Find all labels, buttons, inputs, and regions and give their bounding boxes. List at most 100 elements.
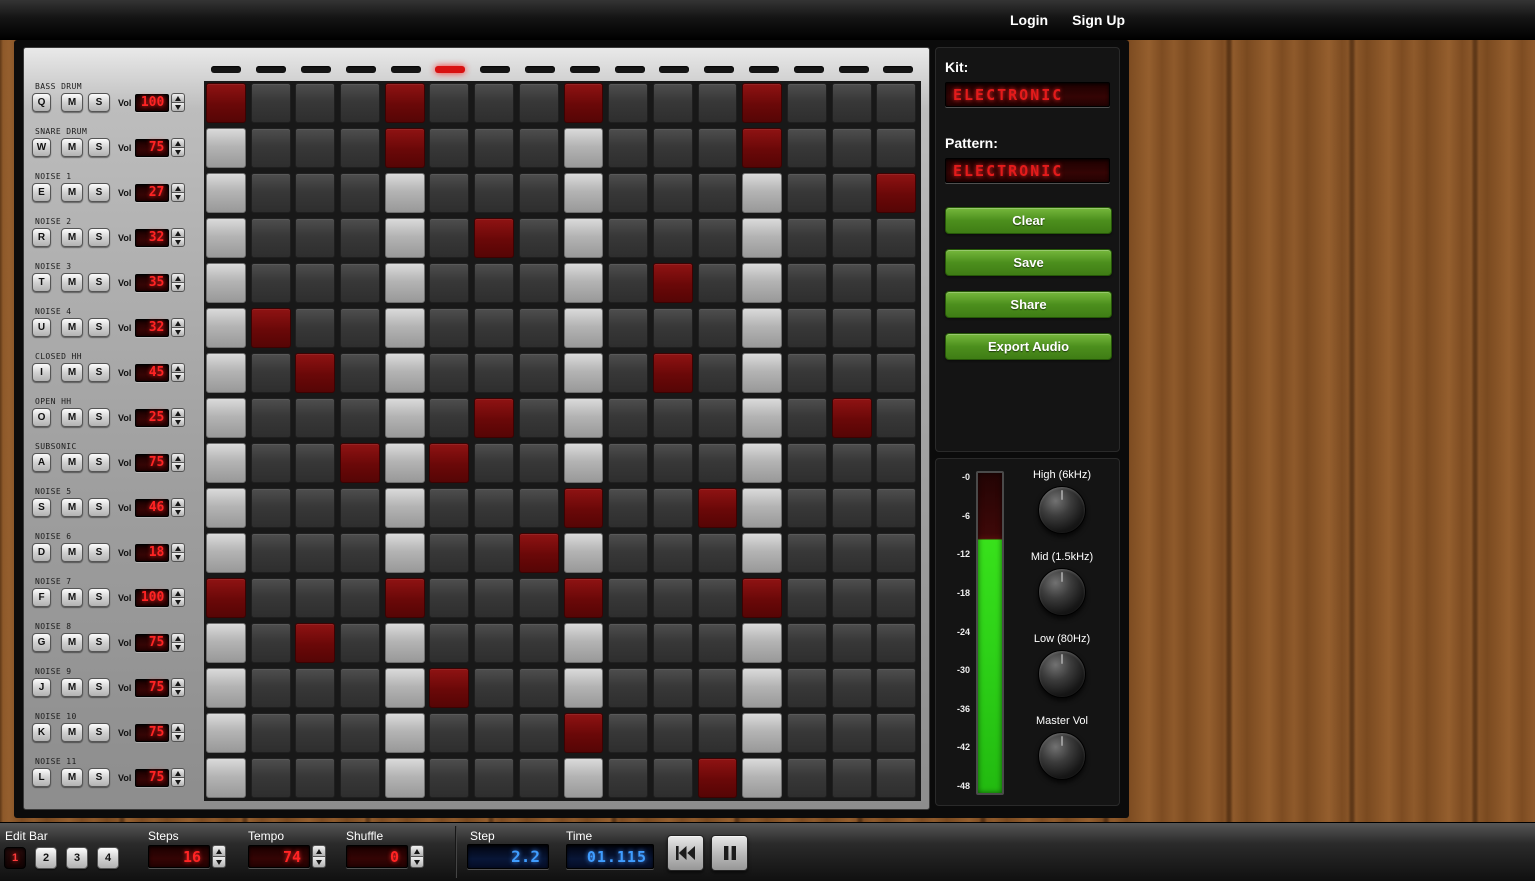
step-cell[interactable]: [876, 263, 916, 303]
step-cell[interactable]: [385, 353, 425, 393]
step-cell[interactable]: [876, 578, 916, 618]
step-cell[interactable]: [787, 398, 827, 438]
track-volume-spinner[interactable]: [171, 633, 185, 652]
step-cell[interactable]: [653, 623, 693, 663]
step-cell[interactable]: [206, 443, 246, 483]
step-cell[interactable]: [653, 308, 693, 348]
track-volume-spinner-down[interactable]: [171, 777, 185, 787]
step-cell[interactable]: [698, 83, 738, 123]
step-cell[interactable]: [206, 623, 246, 663]
step-cell[interactable]: [876, 353, 916, 393]
step-cell[interactable]: [519, 398, 559, 438]
step-cell[interactable]: [251, 533, 291, 573]
step-cell[interactable]: [832, 218, 872, 258]
step-cell[interactable]: [787, 263, 827, 303]
step-cell[interactable]: [474, 668, 514, 708]
step-cell[interactable]: [385, 173, 425, 213]
track-solo-button[interactable]: S: [88, 228, 110, 247]
track-volume-spinner-down[interactable]: [171, 147, 185, 157]
step-cell[interactable]: [876, 623, 916, 663]
step-cell[interactable]: [653, 668, 693, 708]
track-key-button[interactable]: L: [32, 768, 51, 787]
step-cell[interactable]: [564, 533, 604, 573]
step-cell[interactable]: [876, 398, 916, 438]
track-volume-spinner[interactable]: [171, 228, 185, 247]
step-cell[interactable]: [564, 263, 604, 303]
steps-spinner-up[interactable]: [212, 845, 226, 856]
step-cell[interactable]: [564, 668, 604, 708]
track-mute-button[interactable]: M: [61, 93, 83, 112]
edit-bar-button-1[interactable]: 1: [4, 847, 26, 869]
step-cell[interactable]: [474, 173, 514, 213]
track-mute-button[interactable]: M: [61, 138, 83, 157]
step-cell[interactable]: [698, 668, 738, 708]
track-volume-spinner-down[interactable]: [171, 102, 185, 112]
track-volume-spinner[interactable]: [171, 768, 185, 787]
track-key-button[interactable]: O: [32, 408, 51, 427]
track-solo-button[interactable]: S: [88, 273, 110, 292]
step-cell[interactable]: [519, 758, 559, 798]
step-cell[interactable]: [832, 128, 872, 168]
step-cell[interactable]: [742, 668, 782, 708]
track-volume-spinner-up[interactable]: [171, 228, 185, 237]
step-cell[interactable]: [787, 668, 827, 708]
step-cell[interactable]: [251, 173, 291, 213]
steps-spinner[interactable]: [212, 845, 226, 868]
track-volume-spinner[interactable]: [171, 183, 185, 202]
step-cell[interactable]: [429, 578, 469, 618]
step-cell[interactable]: [876, 83, 916, 123]
step-cell[interactable]: [742, 488, 782, 528]
step-cell[interactable]: [206, 263, 246, 303]
step-cell[interactable]: [876, 443, 916, 483]
track-key-button[interactable]: D: [32, 543, 51, 562]
step-cell[interactable]: [295, 758, 335, 798]
step-cell[interactable]: [251, 83, 291, 123]
step-cell[interactable]: [385, 623, 425, 663]
step-cell[interactable]: [876, 713, 916, 753]
step-cell[interactable]: [251, 398, 291, 438]
step-cell[interactable]: [385, 578, 425, 618]
export-audio-button[interactable]: Export Audio: [945, 333, 1112, 360]
step-cell[interactable]: [608, 533, 648, 573]
clear-button[interactable]: Clear: [945, 207, 1112, 234]
step-cell[interactable]: [474, 758, 514, 798]
track-volume-spinner-up[interactable]: [171, 183, 185, 192]
track-key-button[interactable]: W: [32, 138, 51, 157]
step-cell[interactable]: [385, 758, 425, 798]
step-cell[interactable]: [295, 83, 335, 123]
step-cell[interactable]: [206, 353, 246, 393]
step-cell[interactable]: [876, 533, 916, 573]
track-volume-spinner-up[interactable]: [171, 138, 185, 147]
step-cell[interactable]: [251, 218, 291, 258]
step-cell[interactable]: [876, 668, 916, 708]
step-cell[interactable]: [474, 533, 514, 573]
step-cell[interactable]: [832, 713, 872, 753]
step-cell[interactable]: [742, 173, 782, 213]
step-cell[interactable]: [832, 533, 872, 573]
step-cell[interactable]: [608, 83, 648, 123]
step-cell[interactable]: [385, 83, 425, 123]
step-cell[interactable]: [251, 758, 291, 798]
step-cell[interactable]: [474, 488, 514, 528]
step-cell[interactable]: [787, 173, 827, 213]
track-mute-button[interactable]: M: [61, 363, 83, 382]
track-solo-button[interactable]: S: [88, 453, 110, 472]
step-cell[interactable]: [608, 578, 648, 618]
step-cell[interactable]: [429, 263, 469, 303]
step-cell[interactable]: [295, 443, 335, 483]
track-mute-button[interactable]: M: [61, 768, 83, 787]
step-cell[interactable]: [385, 668, 425, 708]
step-cell[interactable]: [206, 668, 246, 708]
step-cell[interactable]: [787, 713, 827, 753]
track-mute-button[interactable]: M: [61, 318, 83, 337]
step-cell[interactable]: [787, 758, 827, 798]
step-cell[interactable]: [295, 668, 335, 708]
step-cell[interactable]: [474, 578, 514, 618]
tempo-spinner-up[interactable]: [312, 845, 326, 856]
step-cell[interactable]: [295, 623, 335, 663]
step-cell[interactable]: [519, 713, 559, 753]
track-solo-button[interactable]: S: [88, 768, 110, 787]
step-cell[interactable]: [564, 218, 604, 258]
step-cell[interactable]: [474, 398, 514, 438]
rewind-button[interactable]: [667, 835, 704, 871]
